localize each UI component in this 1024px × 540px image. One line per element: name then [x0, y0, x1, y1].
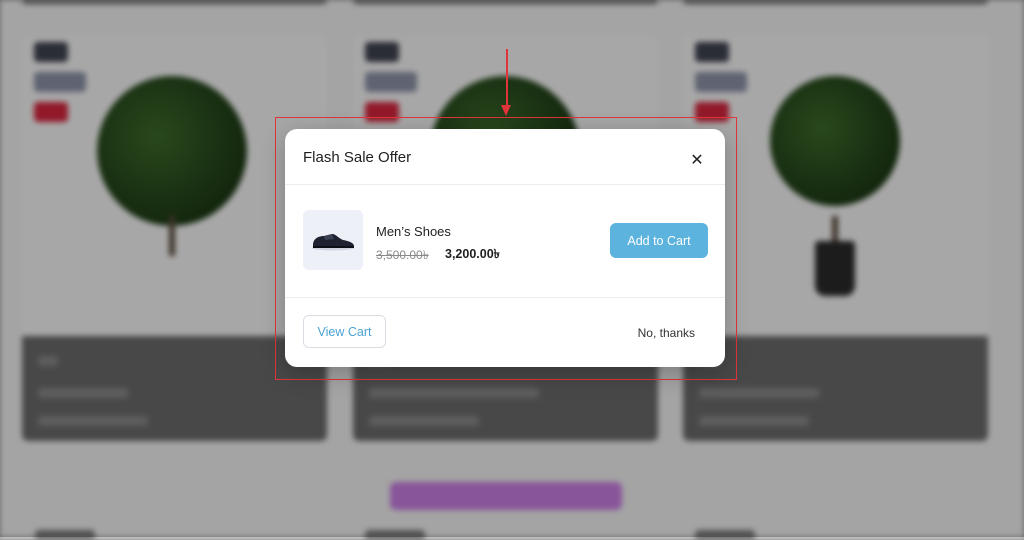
annotation-arrow — [506, 49, 508, 109]
shoe-icon — [312, 234, 354, 251]
product-name: Men’s Shoes — [376, 224, 451, 239]
flash-sale-modal: Flash Sale Offer ✕ Men’s Shoes 3,500.00৳… — [285, 129, 725, 367]
annotation-arrow-head — [501, 105, 511, 116]
view-cart-button[interactable]: View Cart — [303, 315, 386, 348]
product-row: Men’s Shoes 3,500.00৳ 3,200.00৳ Add to C… — [285, 185, 725, 298]
product-thumbnail[interactable] — [303, 210, 363, 270]
add-to-cart-button[interactable]: Add to Cart — [610, 223, 708, 258]
modal-title: Flash Sale Offer — [303, 149, 412, 166]
close-icon[interactable]: ✕ — [687, 151, 707, 171]
modal-header: Flash Sale Offer ✕ — [285, 129, 725, 185]
no-thanks-link[interactable]: No, thanks — [638, 326, 695, 340]
sale-price: 3,200.00৳ — [445, 247, 500, 261]
original-price: 3,500.00৳ — [376, 248, 429, 262]
